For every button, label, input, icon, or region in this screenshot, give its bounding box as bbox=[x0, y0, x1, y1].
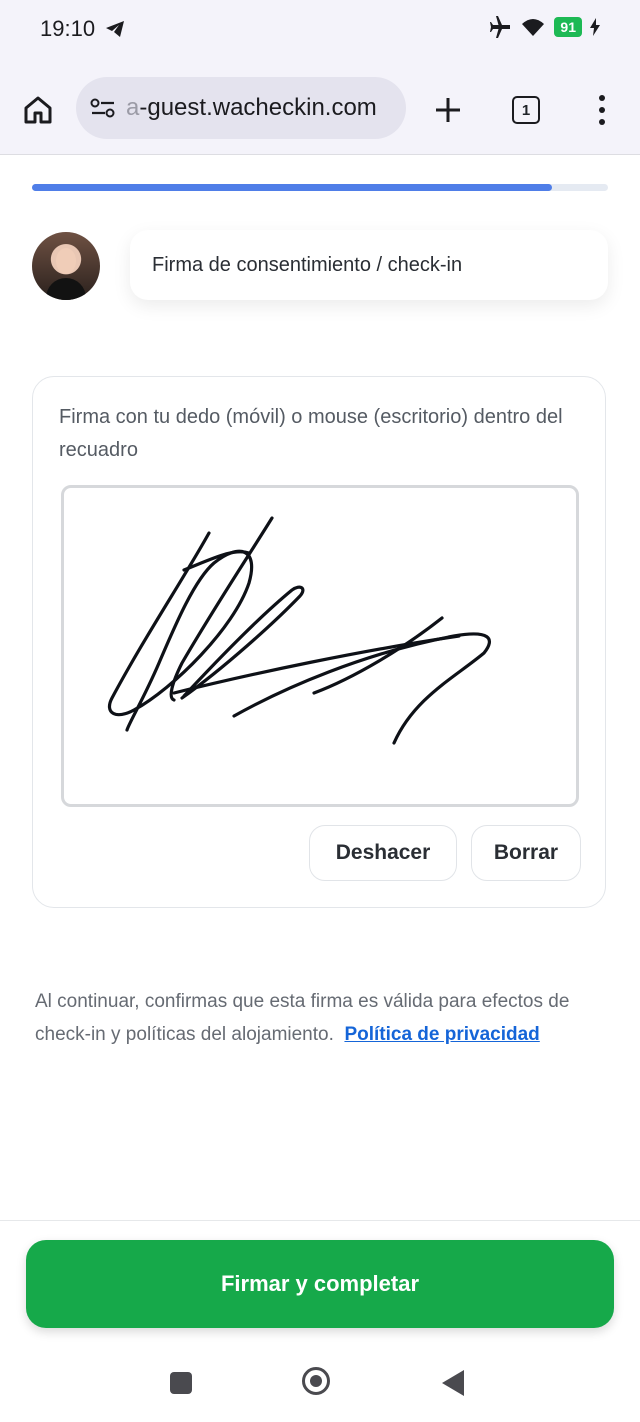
telegram-icon bbox=[106, 21, 125, 37]
airplane-icon bbox=[490, 16, 511, 38]
footer-divider bbox=[0, 1220, 640, 1221]
avatar bbox=[32, 232, 100, 300]
back-icon[interactable] bbox=[442, 1370, 464, 1396]
status-bar: 19:10 91 bbox=[0, 0, 640, 62]
clear-button[interactable]: Borrar bbox=[471, 825, 581, 881]
new-tab-icon bbox=[436, 98, 460, 122]
signature-instruction: Firma con tu dedo (móvil) o mouse (escri… bbox=[59, 406, 563, 461]
signature-card: Firma con tu dedo (móvil) o mouse (escri… bbox=[32, 376, 606, 908]
consent-disclaimer: Al continuar, confirmas que esta firma e… bbox=[35, 985, 605, 1051]
site-settings-icon bbox=[90, 98, 115, 118]
url-text: a-guest.wacheckin.com bbox=[126, 94, 377, 121]
page-title: Firma de consentimiento / check-in bbox=[152, 253, 463, 276]
system-navigation-bar bbox=[0, 1346, 640, 1422]
tabs-button[interactable]: 1 bbox=[512, 96, 540, 124]
site-settings-button[interactable] bbox=[88, 93, 118, 123]
menu-icon[interactable] bbox=[588, 92, 616, 128]
battery-icon: 91 bbox=[554, 17, 582, 37]
signature-pad[interactable] bbox=[61, 485, 579, 807]
signature-drawing bbox=[107, 516, 491, 745]
status-time: 19:10 bbox=[40, 16, 125, 42]
home-button[interactable] bbox=[18, 90, 58, 130]
sign-and-complete-button[interactable]: Firmar y completar bbox=[26, 1240, 614, 1328]
home-icon bbox=[24, 96, 52, 124]
address-bar[interactable]: a-guest.wacheckin.com bbox=[76, 77, 406, 139]
new-tab-button[interactable] bbox=[428, 90, 468, 130]
home-button-icon[interactable] bbox=[302, 1367, 330, 1395]
progress-fill bbox=[32, 184, 553, 191]
step-title-bubble: Firma de consentimiento / check-in bbox=[130, 230, 608, 300]
status-icons: 91 bbox=[488, 16, 600, 38]
recent-apps-icon[interactable] bbox=[170, 1372, 192, 1394]
wifi-icon bbox=[522, 19, 545, 36]
charging-icon bbox=[590, 18, 600, 36]
privacy-policy-link[interactable]: Política de privacidad bbox=[344, 1024, 539, 1045]
undo-button[interactable]: Deshacer bbox=[309, 825, 457, 881]
progress-bar bbox=[32, 184, 608, 191]
browser-toolbar: a-guest.wacheckin.com 1 bbox=[0, 62, 640, 155]
